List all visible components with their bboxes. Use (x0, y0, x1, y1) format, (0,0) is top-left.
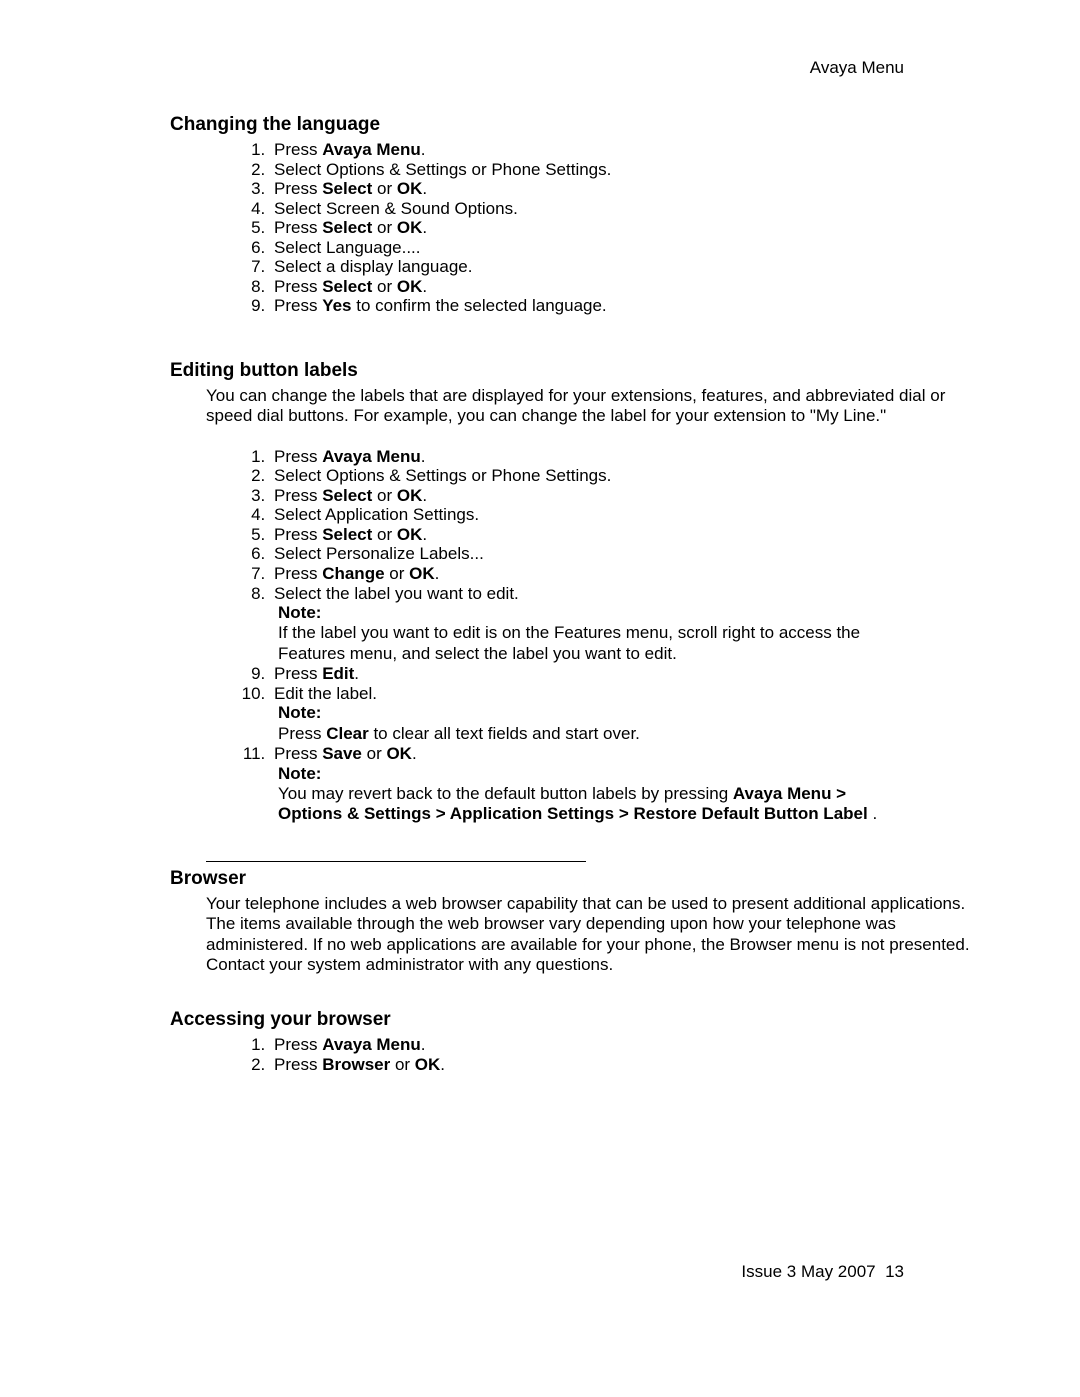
step-item: Press Avaya Menu. (270, 1035, 990, 1055)
step-item: Press Avaya Menu. (270, 140, 990, 160)
intro-browser: Your telephone includes a web browser ca… (206, 894, 970, 976)
steps-editing-labels-c: Press Save or OK. (170, 744, 990, 764)
note-body: If the label you want to edit is on the … (278, 623, 910, 664)
section-title-changing-language: Changing the language (170, 114, 990, 136)
step-item: Press Select or OK. (270, 218, 990, 238)
step-item: Press Select or OK. (270, 179, 990, 199)
menu-path: Options & Settings (278, 804, 431, 823)
steps-editing-labels: Press Avaya Menu.Select Options & Settin… (170, 447, 990, 603)
menu-path: Restore Default Button Label (633, 804, 867, 823)
footer-issue: Issue 3 May 2007 (741, 1262, 875, 1281)
step-item: Press Browser or OK. (270, 1055, 990, 1075)
note-block-3: Note: You may revert back to the default… (278, 764, 910, 825)
step-item: Press Change or OK. (270, 564, 990, 584)
note-block-2: Note: Press Clear to clear all text fiel… (278, 703, 910, 744)
step-item: Press Edit. (270, 664, 990, 684)
menu-sep: > (831, 784, 846, 803)
note-body: Press Clear to clear all text fields and… (278, 724, 910, 744)
steps-changing-language: Press Avaya Menu.Select Options & Settin… (170, 140, 990, 316)
footer-page-number: 13 (885, 1262, 904, 1281)
step-item: Select Screen & Sound Options. (270, 199, 990, 219)
section-divider (206, 861, 586, 862)
step-item: Edit the label. (270, 684, 990, 704)
section-title-accessing-browser: Accessing your browser (170, 1009, 990, 1031)
menu-sep: > (614, 804, 633, 823)
page-content: Changing the language Press Avaya Menu.S… (170, 114, 990, 1075)
note-text: to clear all text fields and start over. (369, 724, 640, 743)
note-bold: Clear (326, 724, 369, 743)
note-label: Note: (278, 603, 910, 623)
intro-editing-labels: You can change the labels that are displ… (206, 386, 970, 427)
note-text: You may revert back to the default butto… (278, 784, 733, 803)
menu-sep: > (431, 804, 450, 823)
note-block-1: Note: If the label you want to edit is o… (278, 603, 910, 664)
step-item: Select Options & Settings or Phone Setti… (270, 466, 990, 486)
step-item: Select Application Settings. (270, 505, 990, 525)
menu-path: Avaya Menu (733, 784, 832, 803)
step-item: Press Avaya Menu. (270, 447, 990, 467)
note-text: . (868, 804, 877, 823)
step-item: Select Personalize Labels... (270, 544, 990, 564)
step-item: Select the label you want to edit. (270, 584, 990, 604)
step-item: Press Select or OK. (270, 525, 990, 545)
step-item: Press Select or OK. (270, 277, 990, 297)
page-header-right: Avaya Menu (810, 58, 904, 78)
steps-accessing-browser: Press Avaya Menu.Press Browser or OK. (170, 1035, 990, 1074)
note-text: Press (278, 724, 326, 743)
section-title-browser: Browser (170, 868, 990, 890)
menu-path: Application Settings (450, 804, 614, 823)
document-page: Avaya Menu Changing the language Press A… (0, 0, 1080, 1397)
note-body: You may revert back to the default butto… (278, 784, 910, 825)
step-item: Press Select or OK. (270, 486, 990, 506)
step-item: Select Options & Settings or Phone Setti… (270, 160, 990, 180)
page-footer: Issue 3 May 2007 13 (741, 1262, 904, 1282)
note-label: Note: (278, 764, 910, 784)
step-item: Select a display language. (270, 257, 990, 277)
step-item: Select Language.... (270, 238, 990, 258)
section-title-editing-labels: Editing button labels (170, 360, 990, 382)
step-item: Press Yes to confirm the selected langua… (270, 296, 990, 316)
steps-editing-labels-b: Press Edit.Edit the label. (170, 664, 990, 703)
step-item: Press Save or OK. (270, 744, 990, 764)
note-label: Note: (278, 703, 910, 723)
